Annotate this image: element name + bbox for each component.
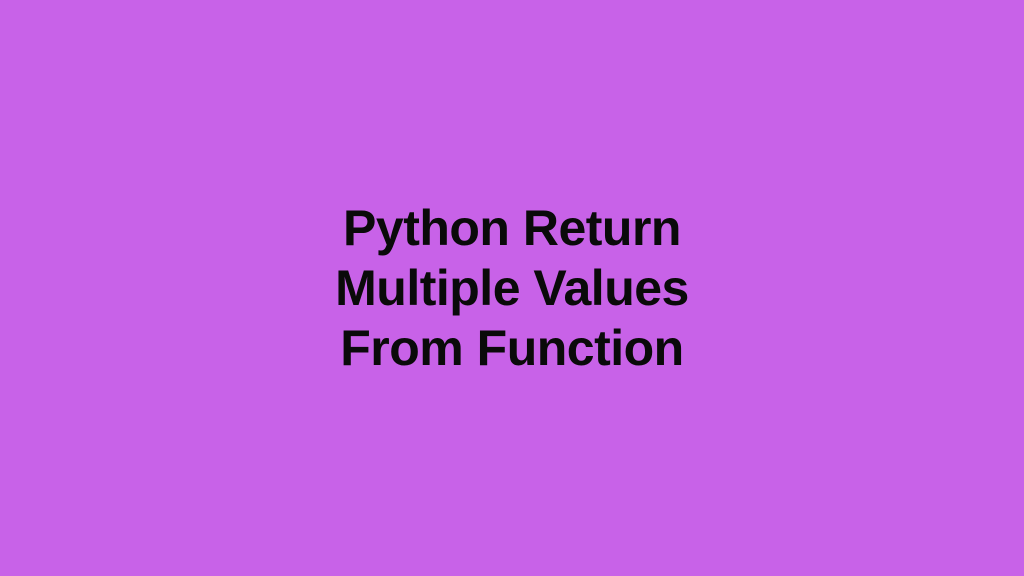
title-line-3: From Function [335, 318, 689, 378]
title-line-2: Multiple Values [335, 258, 689, 318]
title-line-1: Python Return [335, 198, 689, 258]
page-title: Python Return Multiple Values From Funct… [335, 198, 689, 378]
